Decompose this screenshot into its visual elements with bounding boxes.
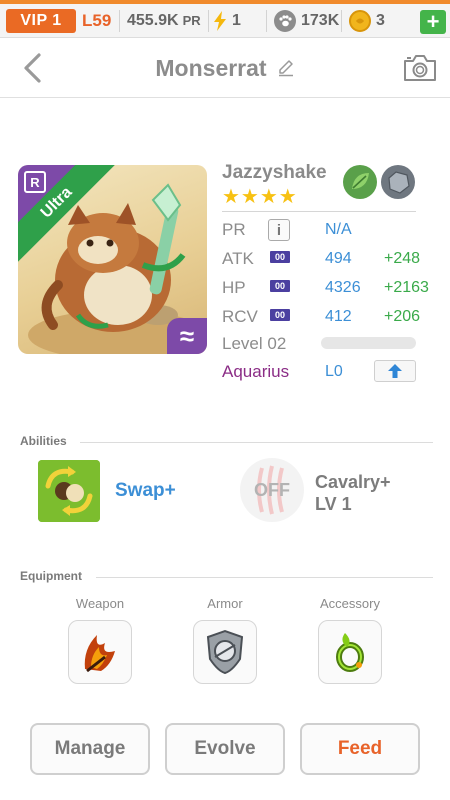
leader-skill-name-line1: Cavalry+ [315,472,391,492]
swap-skill-icon[interactable] [38,460,100,522]
power-rating-value: 455.9K [127,11,179,29]
level-label: Level 02 [222,334,287,353]
evolve-button[interactable]: Evolve [165,723,285,775]
accessory-slot[interactable] [318,620,382,684]
armor-label: Armor [207,596,243,611]
player-level: L59 [82,10,112,30]
level-progress-bar [321,337,416,349]
accessory-label: Accessory [320,596,380,611]
equipment-section-title: Equipment [20,569,82,583]
green-ring-icon [336,633,364,672]
leader-skill-icon[interactable]: OFF [240,458,304,522]
star-rating: ★★★★ [222,186,298,208]
leaf-element-icon [343,165,377,199]
stat-value-atk: 494 [325,250,352,267]
energy-counter[interactable]: 1 [213,4,241,37]
zodiac-upgrade-button[interactable] [374,360,416,382]
leader-skill-status: OFF [254,479,290,500]
stat-label-atk: ATK [222,249,254,268]
page-title: Monserrat [155,54,267,81]
add-currency-button[interactable]: + [420,10,446,34]
power-rating-unit: PR [182,13,201,28]
header: Monserrat [0,38,450,98]
armor-shield-icon [206,629,244,675]
creature-portrait[interactable]: Ultra R ≈ [18,165,207,354]
stat-badge-atk: 00 [270,251,290,263]
stat-bonus-atk: +248 [384,250,421,267]
abilities-section-title: Abilities [20,434,67,448]
paw-value: 173K [301,11,340,29]
divider [96,577,433,578]
stat-label-rcv: RCV [222,307,258,326]
stone-element-icon [381,165,415,199]
zodiac-level: L0 [325,363,343,380]
arrow-up-icon [388,364,402,378]
feed-button[interactable]: Feed [300,723,420,775]
stat-badge-hp: 00 [270,280,290,292]
pencil-icon[interactable] [277,59,295,77]
stat-label-hp: HP [222,278,246,297]
weapon-label: Weapon [75,596,125,611]
armor-slot[interactable] [193,620,257,684]
zodiac-badge: ≈ [167,318,207,354]
paw-counter[interactable]: 173K [274,4,339,37]
divider [341,10,342,32]
stat-bonus-hp: +2163 [384,279,429,296]
info-button[interactable]: i [268,219,290,241]
divider [266,10,267,32]
divider [208,10,209,32]
coin-value: 3 [376,11,385,29]
weapon-slot[interactable] [68,620,132,684]
stat-value-pr: N/A [325,221,352,238]
leader-skill-name: Cavalry+ LV 1 [315,471,391,515]
divider [222,211,416,212]
status-bar: VIP 1 L59 455.9K PR 1 173K 3 + [0,0,450,38]
stat-value-rcv: 412 [325,308,352,325]
title-wrap: Monserrat [0,38,450,98]
divider [119,10,120,32]
lightning-icon [214,10,226,31]
camera-icon[interactable] [402,53,438,83]
coin-counter[interactable]: 3 [349,4,385,37]
stat-value-hp: 4326 [325,279,361,296]
coin-icon [349,9,371,32]
stat-label-pr: PR [222,220,246,239]
energy-value: 1 [232,11,241,29]
flame-claw-icon [84,635,115,673]
leader-skill-level: LV 1 [315,494,352,514]
divider [80,442,433,443]
rarity-badge: R [24,171,46,193]
power-rating: 455.9K PR [127,4,201,37]
paw-icon [274,9,296,32]
zodiac-name: Aquarius [222,362,290,381]
stat-badge-rcv: 00 [270,309,290,321]
skill-name[interactable]: Swap+ [115,480,176,502]
vip-badge[interactable]: VIP 1 [6,9,76,33]
stat-bonus-rcv: +206 [384,308,421,325]
manage-button[interactable]: Manage [30,723,150,775]
creature-name: Jazzyshake [222,162,327,183]
